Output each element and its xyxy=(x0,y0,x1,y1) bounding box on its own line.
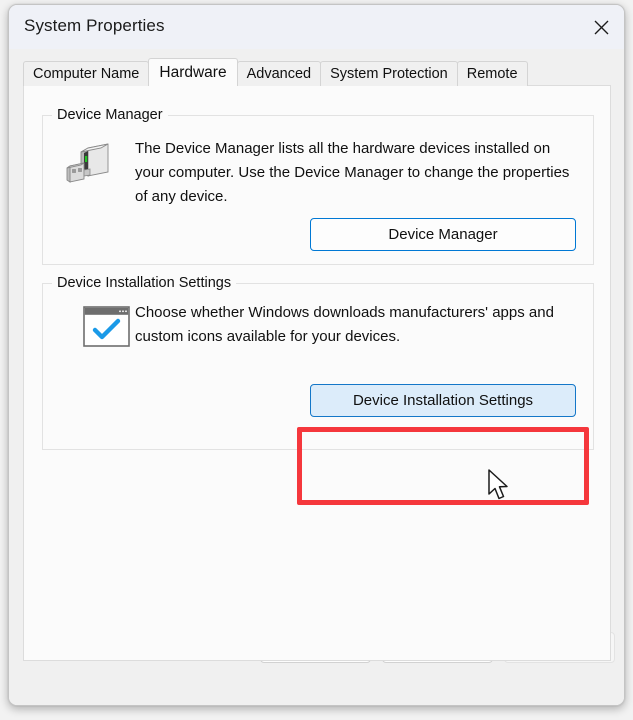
window-title: System Properties xyxy=(24,16,165,35)
title-bar: System Properties xyxy=(9,5,624,49)
dialog-body: Computer Name Hardware Advanced System P… xyxy=(9,49,624,705)
device-installation-settings-group-title: Device Installation Settings xyxy=(52,275,237,291)
hardware-tab-panel: Device Manager The Device Manager lists … xyxy=(23,85,611,661)
close-button[interactable] xyxy=(578,5,624,49)
window-checkmark-icon xyxy=(83,306,130,347)
device-installation-settings-description: Choose whether Windows downloads manufac… xyxy=(135,304,554,345)
device-installation-settings-button[interactable]: Device Installation Settings xyxy=(310,384,576,417)
tab-system-protection[interactable]: System Protection xyxy=(320,61,458,86)
system-properties-dialog: System Properties Computer Name Hardware… xyxy=(8,4,625,706)
tab-advanced[interactable]: Advanced xyxy=(236,61,322,86)
device-manager-group-title: Device Manager xyxy=(52,107,168,123)
computer-device-icon xyxy=(66,143,109,183)
close-icon xyxy=(594,20,608,34)
tab-computer-name[interactable]: Computer Name xyxy=(23,61,150,86)
device-installation-settings-group: Device Installation Settings Choose whet… xyxy=(42,275,594,450)
device-manager-description: The Device Manager lists all the hardwar… xyxy=(135,140,570,205)
device-manager-button[interactable]: Device Manager xyxy=(310,218,576,251)
tab-strip: Computer Name Hardware Advanced System P… xyxy=(23,58,611,86)
tab-hardware[interactable]: Hardware xyxy=(148,58,238,86)
device-manager-group: Device Manager The Device Manager lists … xyxy=(42,107,594,265)
tab-remote[interactable]: Remote xyxy=(456,61,528,86)
